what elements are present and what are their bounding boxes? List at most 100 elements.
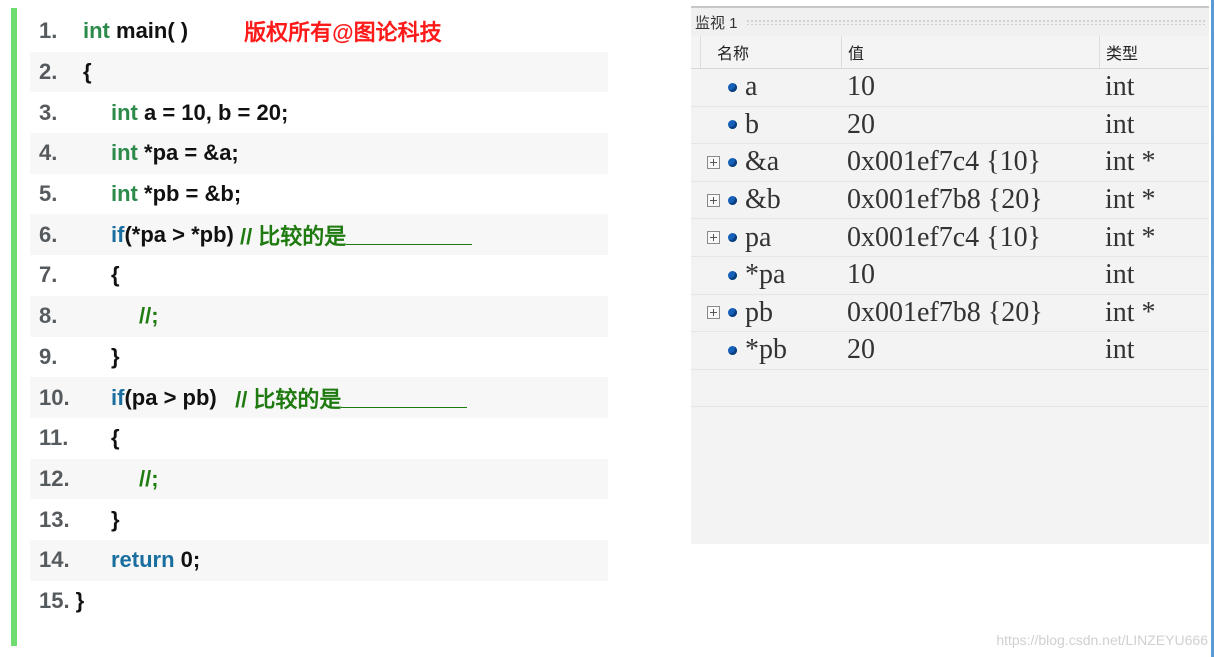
accent-bar	[11, 8, 17, 646]
watch-type: int *	[1105, 296, 1156, 328]
code-line-11: 11. {	[30, 418, 608, 459]
fill-in-blank	[346, 224, 473, 246]
copyright-text: 版权所有@图论科技	[244, 20, 442, 46]
variable-icon	[728, 195, 737, 205]
code-text: {	[83, 59, 92, 85]
code-line-14: 14. return 0;	[30, 539, 608, 581]
line-number: 8.	[39, 303, 58, 329]
watch-row[interactable]: b 20 int	[691, 107, 1209, 145]
watch-name-cell: pb	[691, 297, 841, 329]
expand-icon[interactable]	[707, 231, 720, 245]
variable-icon	[728, 345, 737, 355]
variable-icon	[728, 120, 737, 130]
window-border	[1211, 0, 1214, 657]
keyword: int	[83, 18, 110, 44]
watch-row[interactable]: &a 0x001ef7c4 {10} int *	[691, 144, 1209, 182]
watch-value[interactable]: 0x001ef7b8 {20}	[841, 297, 1099, 329]
watch-row[interactable]: pa 0x001ef7c4 {10} int *	[691, 219, 1209, 257]
watch-name[interactable]: &b	[745, 184, 781, 216]
code-line-7: 7. {	[30, 255, 608, 296]
line-number: 12.	[39, 465, 70, 491]
code-text: a = 10, b = 20;	[137, 99, 289, 125]
watch-value[interactable]: 20	[841, 109, 1099, 141]
code-text: {	[111, 425, 120, 451]
watch-add-row[interactable]	[691, 370, 1209, 407]
code-line-12: 12. //;	[30, 458, 608, 500]
expand-icon[interactable]	[707, 306, 720, 320]
code-line-9: 9. }	[30, 337, 608, 378]
line-number: 3.	[39, 99, 58, 125]
expand-icon[interactable]	[707, 193, 720, 207]
keyword: if	[111, 384, 125, 410]
watch-name[interactable]: *pa	[745, 259, 785, 291]
code-text: *pb = &b;	[137, 181, 242, 207]
watch-value[interactable]: 0x001ef7c4 {10}	[841, 222, 1099, 254]
watch-name-cell: &a	[691, 146, 841, 178]
watch-type: int	[1105, 108, 1135, 140]
code-line-15: 15. }	[30, 581, 608, 622]
watch-value[interactable]: 10	[841, 259, 1099, 291]
watch-header: 名称 值 类型	[691, 36, 1209, 69]
code-text: (*pa > *pb)	[124, 221, 240, 247]
watch-value[interactable]: 10	[841, 71, 1099, 103]
watermark: https://blog.csdn.net/LINZEYU666	[996, 632, 1208, 648]
watch-name[interactable]: a	[745, 71, 757, 103]
expand-icon[interactable]	[707, 155, 720, 169]
watch-name[interactable]: &a	[745, 146, 779, 178]
watch-window: 监视 1 名称 值 类型 a 10 int b 20 int &a 0x001ef7c4 {1…	[691, 6, 1209, 544]
watch-name-cell: pa	[691, 222, 841, 254]
code-text: }	[75, 587, 85, 613]
comment: // 比较的是	[235, 386, 342, 412]
watch-row[interactable]: a 10 int	[691, 69, 1209, 107]
watch-row[interactable]: &b 0x001ef7b8 {20} int *	[691, 182, 1209, 220]
watch-name[interactable]: b	[745, 109, 759, 141]
line-number: 9.	[39, 343, 58, 369]
column-header-type[interactable]: 类型	[1099, 36, 1209, 68]
code-line-6: 6. if (*pa > *pb) // 比较的是	[30, 214, 608, 256]
drag-grip[interactable]	[745, 19, 1205, 25]
code-text: {	[111, 262, 120, 288]
watch-row[interactable]: *pa 10 int	[691, 257, 1209, 295]
watch-row[interactable]: pb 0x001ef7b8 {20} int *	[691, 295, 1209, 333]
watch-name[interactable]: *pb	[745, 334, 787, 366]
column-header-value[interactable]: 值	[841, 36, 1099, 68]
column-header-name[interactable]: 名称	[700, 36, 841, 68]
variable-icon	[728, 308, 737, 318]
code-line-10: 10. if (pa > pb) // 比较的是	[30, 377, 608, 418]
line-number: 5.	[39, 181, 58, 207]
watch-row[interactable]: *pb 20 int	[691, 332, 1209, 370]
watch-value[interactable]: 0x001ef7c4 {10}	[841, 146, 1099, 178]
line-number: 10.	[39, 384, 70, 410]
watch-type: int *	[1105, 146, 1156, 178]
code-text: (pa > pb)	[124, 384, 236, 410]
line-number: 11.	[39, 425, 69, 451]
code-listing: 1. int main( ) 版权所有@图论科技 2. { 3. int a =…	[30, 11, 608, 621]
keyword: int	[111, 140, 138, 166]
code-text: main( )	[109, 18, 189, 44]
keyword: if	[111, 221, 125, 247]
comment: // 比较的是	[239, 223, 347, 249]
line-number: 13.	[39, 506, 70, 532]
line-number: 6.	[39, 221, 58, 247]
line-number: 1.	[39, 18, 58, 44]
keyword: int	[111, 181, 138, 207]
variable-icon	[728, 82, 737, 92]
watch-title-bar[interactable]: 监视 1	[691, 8, 1209, 36]
watch-name[interactable]: pa	[745, 222, 771, 254]
watch-type: int *	[1105, 221, 1156, 253]
watch-name-cell: b	[691, 109, 841, 141]
watch-value[interactable]: 0x001ef7b8 {20}	[841, 184, 1099, 216]
watch-name-cell: *pa	[691, 259, 841, 291]
watch-value[interactable]: 20	[841, 334, 1099, 366]
code-line-5: 5. int *pb = &b;	[30, 174, 608, 215]
watch-type: int	[1105, 71, 1135, 103]
code-line-13: 13. }	[30, 499, 608, 540]
watch-name-cell: &b	[691, 184, 841, 216]
watch-type: int	[1105, 259, 1135, 291]
watch-name[interactable]: pb	[745, 297, 773, 329]
line-number: 7.	[39, 262, 58, 288]
keyword: return	[111, 547, 175, 573]
code-line-1: 1. int main( ) 版权所有@图论科技	[30, 11, 608, 52]
watch-name-cell: *pb	[691, 334, 841, 366]
code-line-4: 4. int *pa = &a;	[30, 133, 608, 174]
